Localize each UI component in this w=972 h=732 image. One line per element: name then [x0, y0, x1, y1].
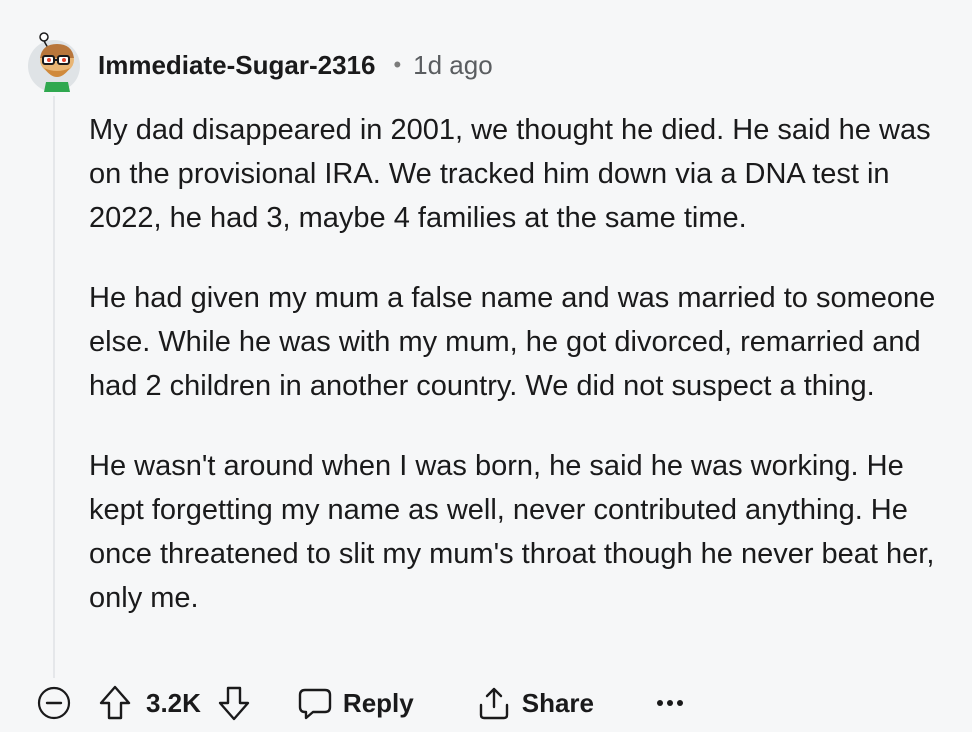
- downvote-arrow-icon: [218, 686, 250, 721]
- comment-paragraph: My dad disappeared in 2001, we thought h…: [89, 114, 931, 234]
- share-button[interactable]: Share: [476, 685, 594, 721]
- more-dots-icon: [657, 700, 683, 706]
- comment-paragraph: He wasn't around when I was born, he sai…: [89, 450, 935, 614]
- upvote-button[interactable]: [98, 684, 132, 722]
- comment-actions: 3.2K Reply Share: [36, 681, 684, 725]
- reply-button[interactable]: Reply: [297, 685, 414, 721]
- username-link[interactable]: Immediate-Sugar-2316: [98, 50, 375, 81]
- comment-header: Immediate-Sugar-2316 • 1d ago: [98, 49, 493, 81]
- timestamp[interactable]: 1d ago: [413, 50, 493, 81]
- upvote-arrow-icon: [99, 685, 131, 720]
- separator-dot: •: [393, 52, 402, 77]
- reply-label: Reply: [342, 687, 414, 718]
- collapse-minus-icon: [37, 686, 71, 720]
- avatar[interactable]: [22, 30, 86, 94]
- comment-bubble-icon: [297, 685, 333, 721]
- comment-paragraph: He had given my mum a false name and was…: [89, 282, 936, 402]
- thread-line[interactable]: [53, 96, 55, 678]
- vote-score: 3.2K: [146, 687, 201, 718]
- snoo-avatar-icon: [28, 32, 80, 92]
- more-options-button[interactable]: [656, 697, 684, 709]
- share-icon: [476, 685, 512, 721]
- comment-body: My dad disappeared in 2001, we thought h…: [89, 108, 959, 656]
- downvote-button[interactable]: [217, 684, 251, 722]
- share-label: Share: [521, 687, 594, 718]
- collapse-button[interactable]: [36, 685, 72, 721]
